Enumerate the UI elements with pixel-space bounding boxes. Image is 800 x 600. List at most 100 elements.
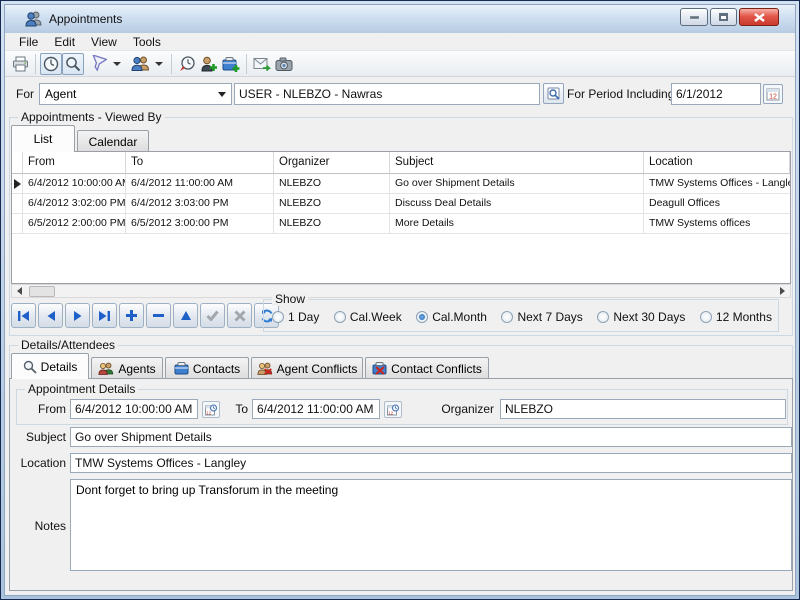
menu-tools[interactable]: Tools [125, 33, 169, 51]
agents-button[interactable] [129, 53, 151, 75]
cell-location: TMW Systems offices [644, 214, 790, 233]
menu-file[interactable]: File [11, 33, 46, 51]
appointments-view-button[interactable] [40, 53, 62, 75]
scroll-left-icon[interactable] [12, 285, 27, 297]
tab-details[interactable]: Details [11, 353, 89, 379]
for-combobox[interactable]: Agent [39, 83, 232, 105]
print-icon [12, 56, 29, 72]
add-contact-button[interactable] [220, 53, 242, 75]
add-agent-icon [200, 56, 218, 72]
new-appointment-icon [179, 56, 196, 72]
col-header-organizer[interactable]: Organizer [274, 152, 390, 173]
clock-view-icon [43, 56, 59, 72]
cell-to: 6/4/2012 3:03:00 PM [126, 194, 274, 213]
new-appointment-button[interactable] [176, 53, 198, 75]
tab-agent-conflicts[interactable]: Agent Conflicts [251, 357, 363, 379]
add-contact-icon [222, 56, 240, 72]
organizer-input[interactable] [500, 399, 786, 419]
find-button[interactable] [62, 53, 84, 75]
scrollbar-thumb[interactable] [29, 286, 55, 297]
col-header-from[interactable]: From [23, 152, 126, 173]
col-header-to[interactable]: To [126, 152, 274, 173]
radio-checked-icon [416, 311, 428, 323]
table-row[interactable]: 6/4/2012 3:02:00 PM 6/4/2012 3:03:00 PM … [12, 194, 790, 214]
location-label: Location [16, 452, 66, 474]
from-label: From [16, 398, 66, 420]
minimize-button[interactable] [680, 8, 708, 26]
tab-contact-conflicts-label: Contact Conflicts [391, 362, 482, 376]
cell-subject: Go over Shipment Details [390, 174, 644, 193]
titlebar: Appointments [5, 5, 795, 33]
snapshot-button[interactable] [273, 53, 295, 75]
cancel-edit-button[interactable] [227, 303, 252, 328]
radio-cal-week[interactable]: Cal.Week [334, 310, 402, 324]
tab-agents[interactable]: Agents [91, 357, 163, 379]
to-datetime-button[interactable]: 12 [384, 401, 402, 418]
agents-dropdown-icon[interactable] [155, 62, 163, 66]
table-row[interactable]: 6/5/2012 2:00:00 PM 6/5/2012 3:00:00 PM … [12, 214, 790, 234]
camera-icon [275, 57, 293, 71]
add-agent-button[interactable] [198, 53, 220, 75]
delete-record-button[interactable] [146, 303, 171, 328]
period-calendar-button[interactable]: 12 [763, 84, 783, 104]
filter-button[interactable] [87, 53, 109, 75]
post-edit-button[interactable] [200, 303, 225, 328]
entity-input[interactable] [234, 83, 540, 105]
location-input[interactable] [70, 453, 792, 473]
show-group-label: Show [272, 292, 308, 306]
menubar: File Edit View Tools [5, 33, 795, 51]
tab-list[interactable]: List [11, 125, 75, 152]
next-record-button[interactable] [65, 303, 90, 328]
close-button[interactable] [739, 8, 779, 26]
tab-contacts[interactable]: Contacts [165, 357, 249, 379]
scroll-right-icon[interactable] [775, 285, 790, 297]
print-button[interactable] [9, 53, 31, 75]
svg-text:12: 12 [769, 94, 777, 101]
previous-record-button[interactable] [38, 303, 63, 328]
tab-calendar-label: Calendar [89, 135, 138, 149]
notes-label: Notes [16, 515, 66, 537]
viewed-by-group-label: Appointments - Viewed By [18, 110, 165, 124]
table-header-row: From To Organizer Subject Location [12, 152, 790, 174]
app-window: Appointments File Edit View Tools [0, 0, 800, 600]
radio-1-day[interactable]: 1 Day [272, 310, 319, 324]
menu-view[interactable]: View [83, 33, 125, 51]
radio-icon [334, 311, 346, 323]
radio-12-months[interactable]: 12 Months [700, 310, 772, 324]
col-header-location[interactable]: Location [644, 152, 790, 173]
table-row[interactable]: 6/4/2012 10:00:00 AM 6/4/2012 11:00:00 A… [12, 174, 790, 194]
radio-icon [501, 311, 513, 323]
insert-record-button[interactable] [119, 303, 144, 328]
maximize-button[interactable] [710, 8, 737, 26]
notes-textarea[interactable]: Dont forget to bring up Transforum in th… [70, 479, 792, 571]
cell-to: 6/4/2012 11:00:00 AM [126, 174, 274, 193]
radio-next-30-days[interactable]: Next 30 Days [597, 310, 685, 324]
toolbar [5, 51, 795, 77]
svg-text:12: 12 [388, 410, 394, 415]
tab-contact-conflicts[interactable]: Contact Conflicts [365, 357, 489, 379]
col-header-subject[interactable]: Subject [390, 152, 644, 173]
last-record-button[interactable] [92, 303, 117, 328]
menu-edit[interactable]: Edit [46, 33, 83, 51]
send-email-button[interactable] [251, 53, 273, 75]
first-record-button[interactable] [11, 303, 36, 328]
window-title: Appointments [49, 12, 122, 26]
period-input[interactable] [671, 83, 761, 105]
edit-record-button[interactable] [173, 303, 198, 328]
table-hscrollbar[interactable] [11, 284, 791, 298]
period-label: For Period Including [567, 83, 674, 105]
radio-icon [597, 311, 609, 323]
agents-icon [131, 56, 150, 71]
lookup-icon [547, 87, 561, 101]
calendar-icon: 12 [766, 87, 780, 101]
to-input[interactable] [252, 399, 380, 419]
cell-subject: Discuss Deal Details [390, 194, 644, 213]
filter-dropdown-icon[interactable] [113, 62, 121, 66]
entity-lookup-button[interactable] [543, 83, 564, 104]
subject-input[interactable] [70, 427, 792, 447]
radio-next-7-days[interactable]: Next 7 Days [501, 310, 582, 324]
tab-calendar[interactable]: Calendar [77, 130, 149, 152]
radio-cal-month[interactable]: Cal.Month [416, 310, 487, 324]
from-input[interactable] [70, 399, 198, 419]
cell-organizer: NLEBZO [274, 194, 390, 213]
